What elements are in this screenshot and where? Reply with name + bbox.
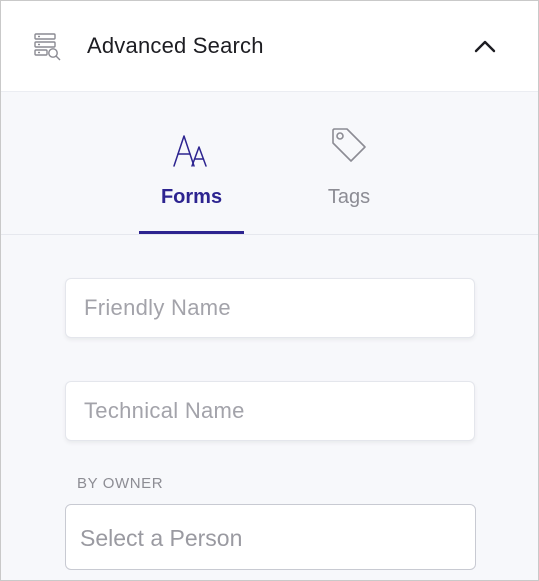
advanced-search-panel: Advanced Search Forms Tags Friendly Name…: [0, 0, 539, 581]
tab-forms-label: Forms: [160, 186, 223, 208]
advanced-search-icon: [34, 32, 62, 62]
by-owner-label: BY OWNER: [77, 475, 164, 492]
panel-header[interactable]: Advanced Search: [1, 1, 538, 92]
font-aa-icon: [172, 133, 212, 174]
tab-forms[interactable]: Forms: [139, 93, 244, 234]
select-person-placeholder: Select a Person: [80, 525, 243, 551]
panel-title: Advanced Search: [87, 33, 264, 58]
active-tab-indicator: [139, 231, 244, 234]
friendly-name-input[interactable]: [66, 279, 474, 337]
technical-name-field[interactable]: [65, 381, 475, 441]
tag-icon: [329, 128, 369, 170]
friendly-name-field[interactable]: [65, 278, 475, 338]
tab-tags-label: Tags: [327, 186, 371, 208]
collapse-button[interactable]: [469, 31, 501, 63]
tab-tags[interactable]: Tags: [299, 93, 399, 234]
select-person-dropdown[interactable]: Select a Person: [65, 504, 476, 570]
chevron-up-icon: [474, 40, 496, 53]
technical-name-input[interactable]: [66, 382, 474, 440]
search-tabs: Forms Tags: [1, 93, 538, 235]
